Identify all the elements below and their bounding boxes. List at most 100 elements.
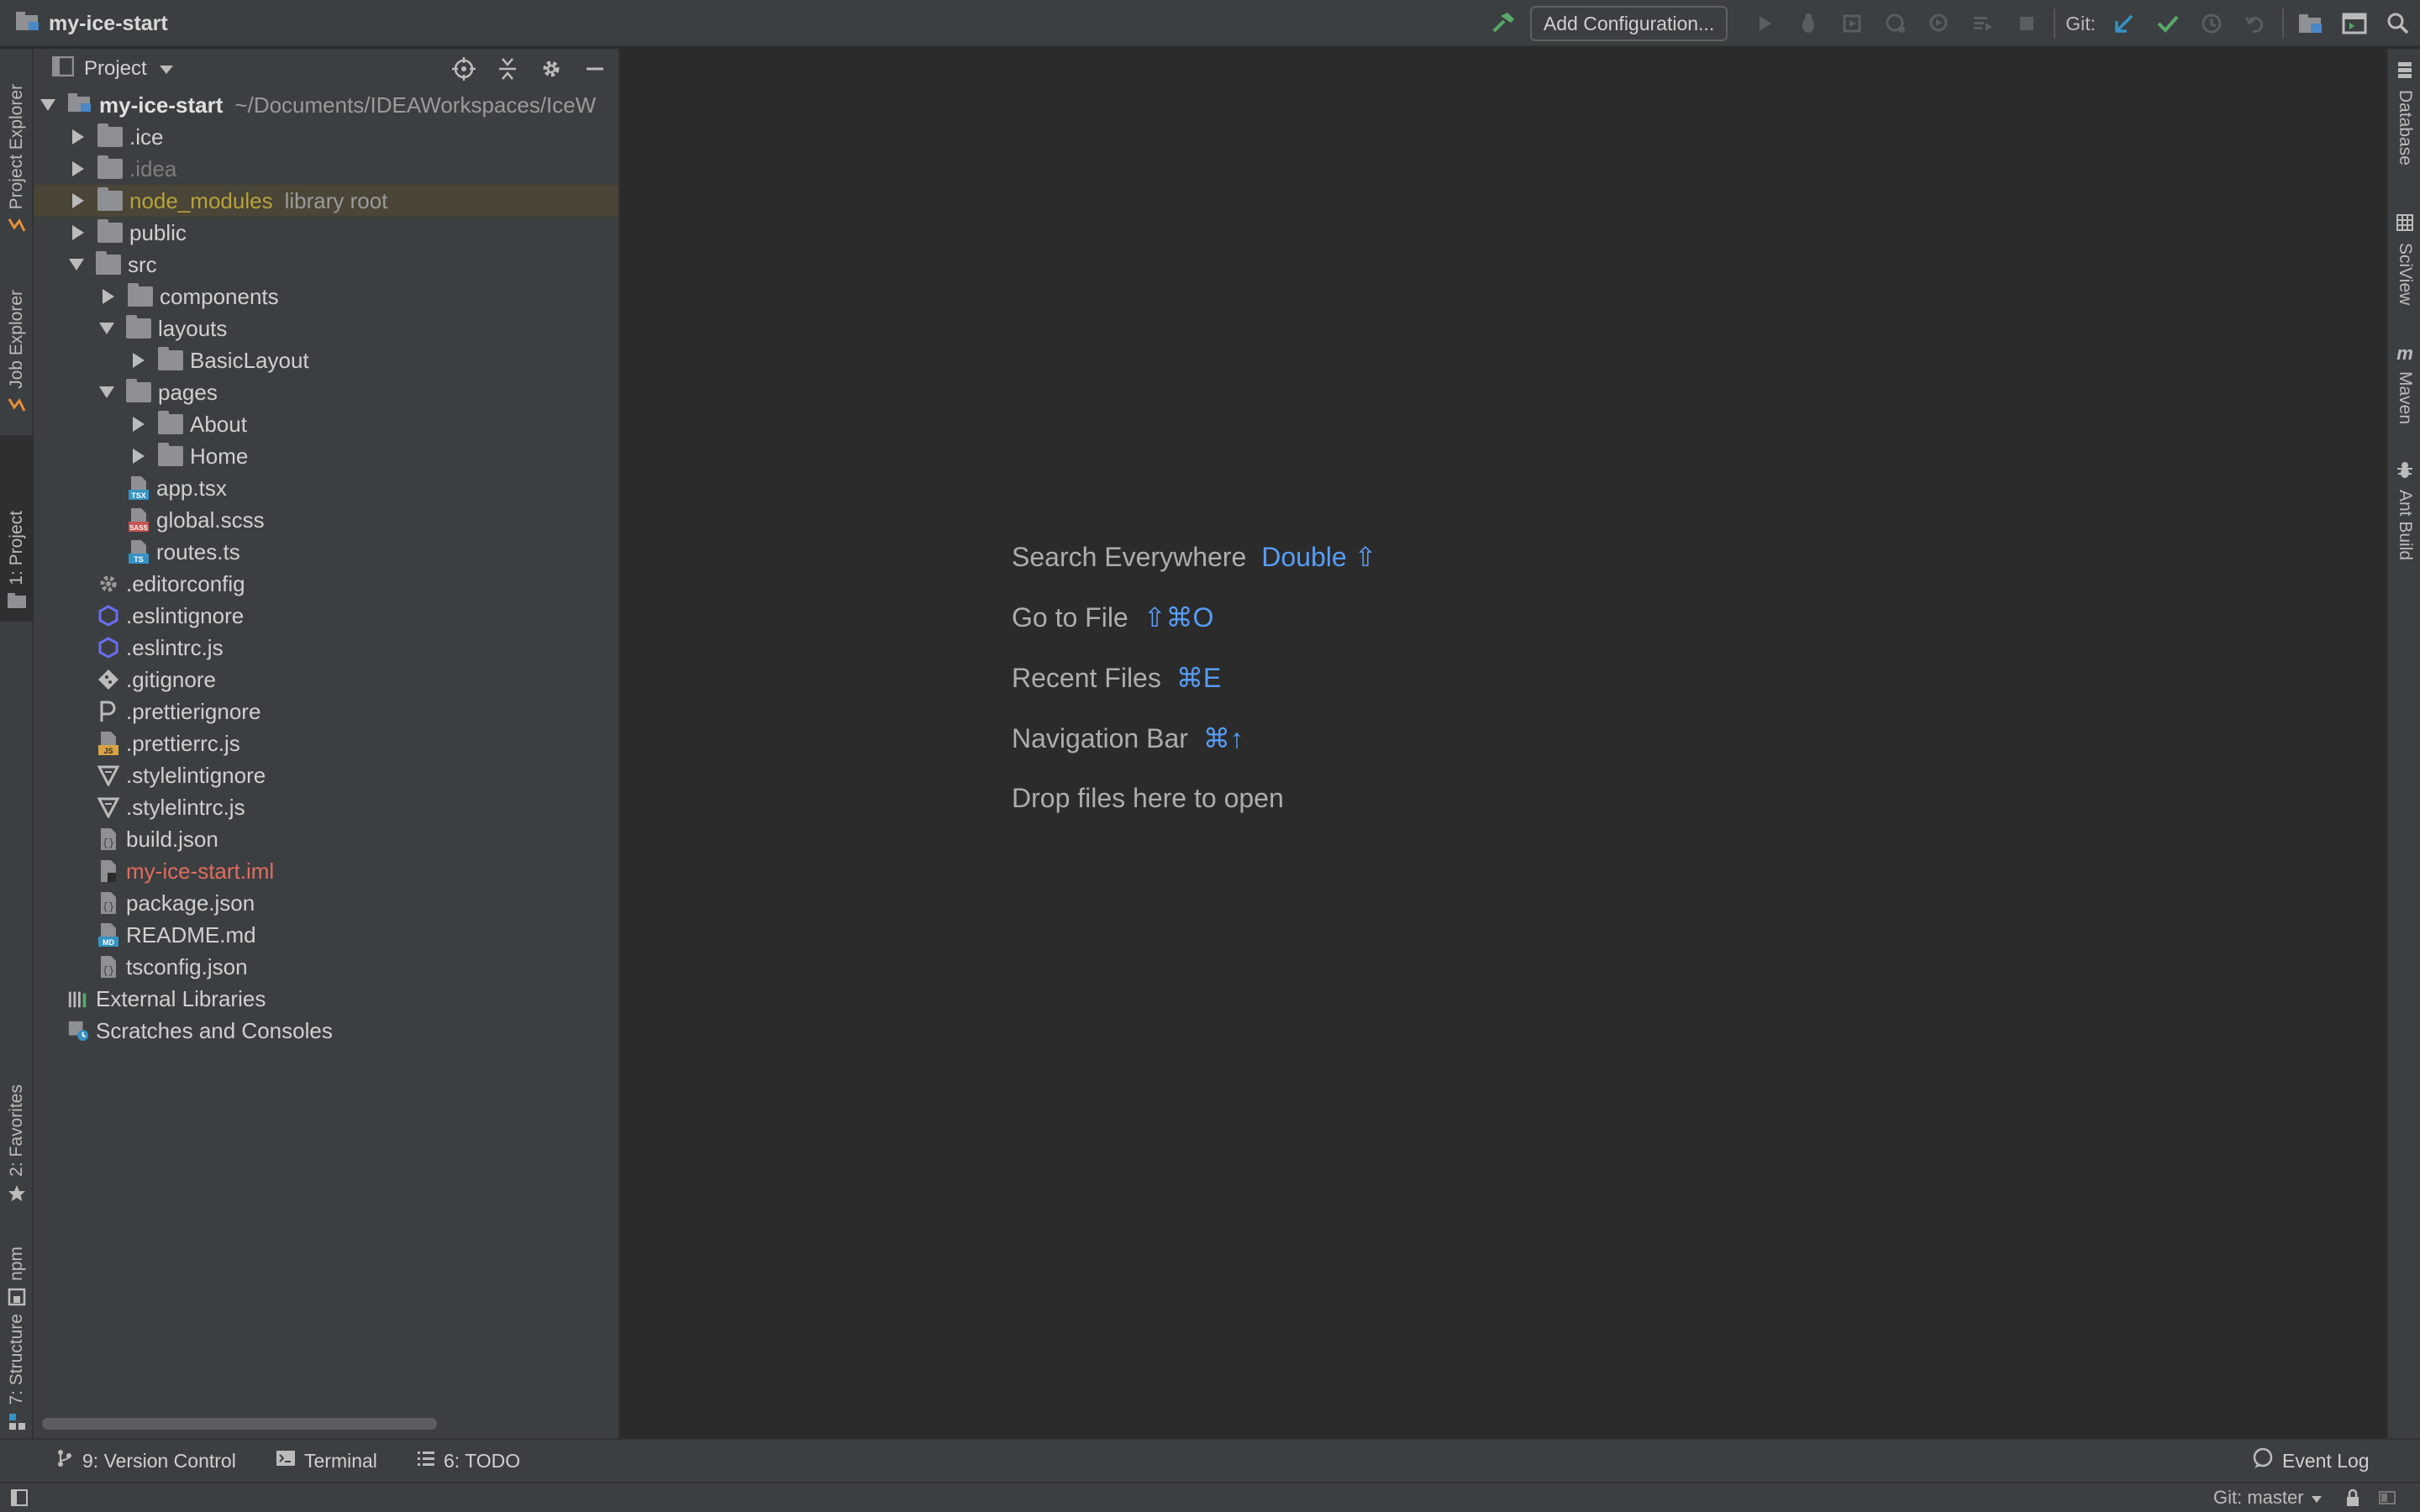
tab-project-explorer[interactable]: Project Explorer [0, 59, 34, 244]
chevron-right-icon[interactable] [103, 289, 114, 304]
title-bar: my-ice-start Add Configuration... Git: [0, 0, 2420, 47]
tab-ant-build[interactable]: Ant Build [2388, 460, 2420, 560]
tab-terminal[interactable]: Terminal [276, 1440, 377, 1482]
stop-icon[interactable] [2005, 0, 2049, 47]
chevron-down-icon[interactable] [69, 259, 84, 270]
project-name: my-ice-start [49, 11, 168, 35]
chevron-right-icon[interactable] [133, 449, 145, 464]
tab-structure[interactable]: 7: Structure [0, 1314, 34, 1438]
gear-icon[interactable] [529, 49, 573, 89]
tab-project[interactable]: 1: Project [0, 435, 34, 622]
run-icon[interactable] [1743, 0, 1786, 47]
git-history-icon[interactable] [2190, 0, 2233, 47]
tree-item-eslintignore[interactable]: .eslintignore [34, 600, 618, 632]
tree-item-public[interactable]: public [34, 217, 618, 249]
editor-empty-area[interactable]: Search Everywhere Double ⇧ Go to File ⇧⌘O … [622, 49, 2386, 1438]
add-configuration-button[interactable]: Add Configuration... [1529, 6, 1728, 41]
tree-item-components[interactable]: components [34, 281, 618, 312]
run-concurrent-icon[interactable] [1961, 0, 2005, 47]
hide-panel-icon[interactable] [573, 49, 617, 89]
tree-item-prettierrc[interactable]: JS .prettierrc.js [34, 727, 618, 759]
tree-item-layouts[interactable]: layouts [34, 312, 618, 344]
tab-event-log[interactable]: Event Log [2252, 1440, 2370, 1482]
tree-root[interactable]: my-ice-start ~/Documents/IDEAWorkspaces/… [34, 89, 618, 121]
chevron-right-icon[interactable] [133, 417, 145, 432]
tree-item-app-tsx[interactable]: TSX app.tsx [34, 472, 618, 504]
chevron-right-icon[interactable] [72, 225, 84, 240]
chevron-right-icon[interactable] [72, 161, 84, 176]
debug-icon[interactable] [1786, 0, 1830, 47]
tree-item-build-json[interactable]: {} build.json [34, 823, 618, 855]
project-view-selector[interactable]: Project [84, 57, 147, 81]
tree-item-node-modules[interactable]: node_modules library root [34, 185, 618, 217]
tab-maven[interactable]: m Maven [2388, 343, 2420, 424]
folder-icon [97, 123, 123, 147]
tab-sciview[interactable]: SciView [2388, 213, 2420, 305]
svg-text:{}: {} [103, 901, 114, 913]
tab-label: 6: TODO [444, 1449, 521, 1472]
tree-item-stylelintignore[interactable]: .stylelintignore [34, 759, 618, 791]
git-branch-status[interactable]: Git: master [2213, 1483, 2323, 1512]
folder-icon [158, 443, 183, 466]
tree-item-idea[interactable]: .idea [34, 153, 618, 185]
chevron-down-icon[interactable] [40, 99, 55, 111]
tab-todo[interactable]: 6: TODO [417, 1440, 520, 1482]
tab-npm[interactable]: npm [0, 1225, 34, 1314]
hint-label: Search Everywhere [1012, 542, 1247, 572]
horizontal-scrollbar[interactable] [42, 1418, 437, 1430]
tree-item-label: my-ice-start.iml [126, 858, 275, 884]
tree-item-tsconfig[interactable]: {} tsconfig.json [34, 951, 618, 983]
tree-item-label: Home [190, 443, 249, 469]
tree-item-external-libraries[interactable]: External Libraries [34, 983, 618, 1015]
chevron-right-icon[interactable] [133, 353, 145, 368]
tree-item-package-json[interactable]: {} package.json [34, 887, 618, 919]
project-structure-icon[interactable] [2289, 0, 2333, 47]
tree-item-readme[interactable]: MD README.md [34, 919, 618, 951]
chevron-right-icon[interactable] [72, 129, 84, 144]
lock-icon[interactable] [2344, 1488, 2361, 1511]
chevron-right-icon[interactable] [72, 193, 84, 208]
chevron-down-icon[interactable] [159, 57, 174, 81]
ant-icon [2396, 460, 2414, 483]
git-commit-icon[interactable] [2146, 0, 2190, 47]
hint-label: Recent Files [1012, 663, 1161, 693]
tree-item-stylelintrc[interactable]: .stylelintrc.js [34, 791, 618, 823]
tree-item-editorconfig[interactable]: .editorconfig [34, 568, 618, 600]
npm-icon [8, 1288, 26, 1310]
toggle-tool-windows-icon[interactable] [10, 1488, 29, 1511]
tree-item-routes-ts[interactable]: TS routes.ts [34, 536, 618, 568]
tree-item-about[interactable]: About [34, 408, 618, 440]
tree-item-ice[interactable]: .ice [34, 121, 618, 153]
tree-item-iml[interactable]: my-ice-start.iml [34, 855, 618, 887]
presentation-mode-icon[interactable] [2333, 0, 2376, 47]
tree-item-eslintrc[interactable]: .eslintrc.js [34, 632, 618, 664]
locate-file-icon[interactable] [442, 49, 486, 89]
attach-debugger-icon[interactable] [1918, 0, 1961, 47]
chevron-down-icon[interactable] [99, 386, 114, 398]
tree-item-pages[interactable]: pages [34, 376, 618, 408]
git-update-icon[interactable] [2102, 0, 2146, 47]
tree-item-label: components [160, 283, 279, 309]
tree-item-gitignore[interactable]: .gitignore [34, 664, 618, 696]
tree-item-prettierignore[interactable]: .prettierignore [34, 696, 618, 727]
memory-indicator-icon[interactable] [2378, 1488, 2396, 1511]
tab-version-control[interactable]: 9: Version Control [55, 1440, 236, 1482]
tree-item-basiclayout[interactable]: BasicLayout [34, 344, 618, 376]
tree-item-home[interactable]: Home [34, 440, 618, 472]
search-icon[interactable] [2376, 0, 2420, 47]
git-rollback-icon[interactable] [2233, 0, 2277, 47]
tree-item-src[interactable]: src [34, 249, 618, 281]
build-hammer-icon[interactable] [1481, 0, 1525, 47]
left-tool-strip: Project Explorer Job Explorer 1: Project… [0, 49, 34, 1438]
run-with-coverage-icon[interactable] [1830, 0, 1874, 47]
chevron-down-icon[interactable] [99, 323, 114, 334]
tab-favorites[interactable]: 2: Favorites [0, 1023, 34, 1211]
tree-item-global-scss[interactable]: SASS global.scss [34, 504, 618, 536]
tab-database[interactable]: Database [2388, 60, 2420, 165]
tab-job-explorer[interactable]: Job Explorer [0, 265, 34, 423]
project-title[interactable]: my-ice-start [15, 0, 168, 47]
tree-item-scratches[interactable]: Scratches and Consoles [34, 1015, 618, 1047]
profile-icon[interactable] [1874, 0, 1918, 47]
database-icon [2396, 60, 2414, 83]
collapse-all-icon[interactable] [486, 49, 529, 89]
